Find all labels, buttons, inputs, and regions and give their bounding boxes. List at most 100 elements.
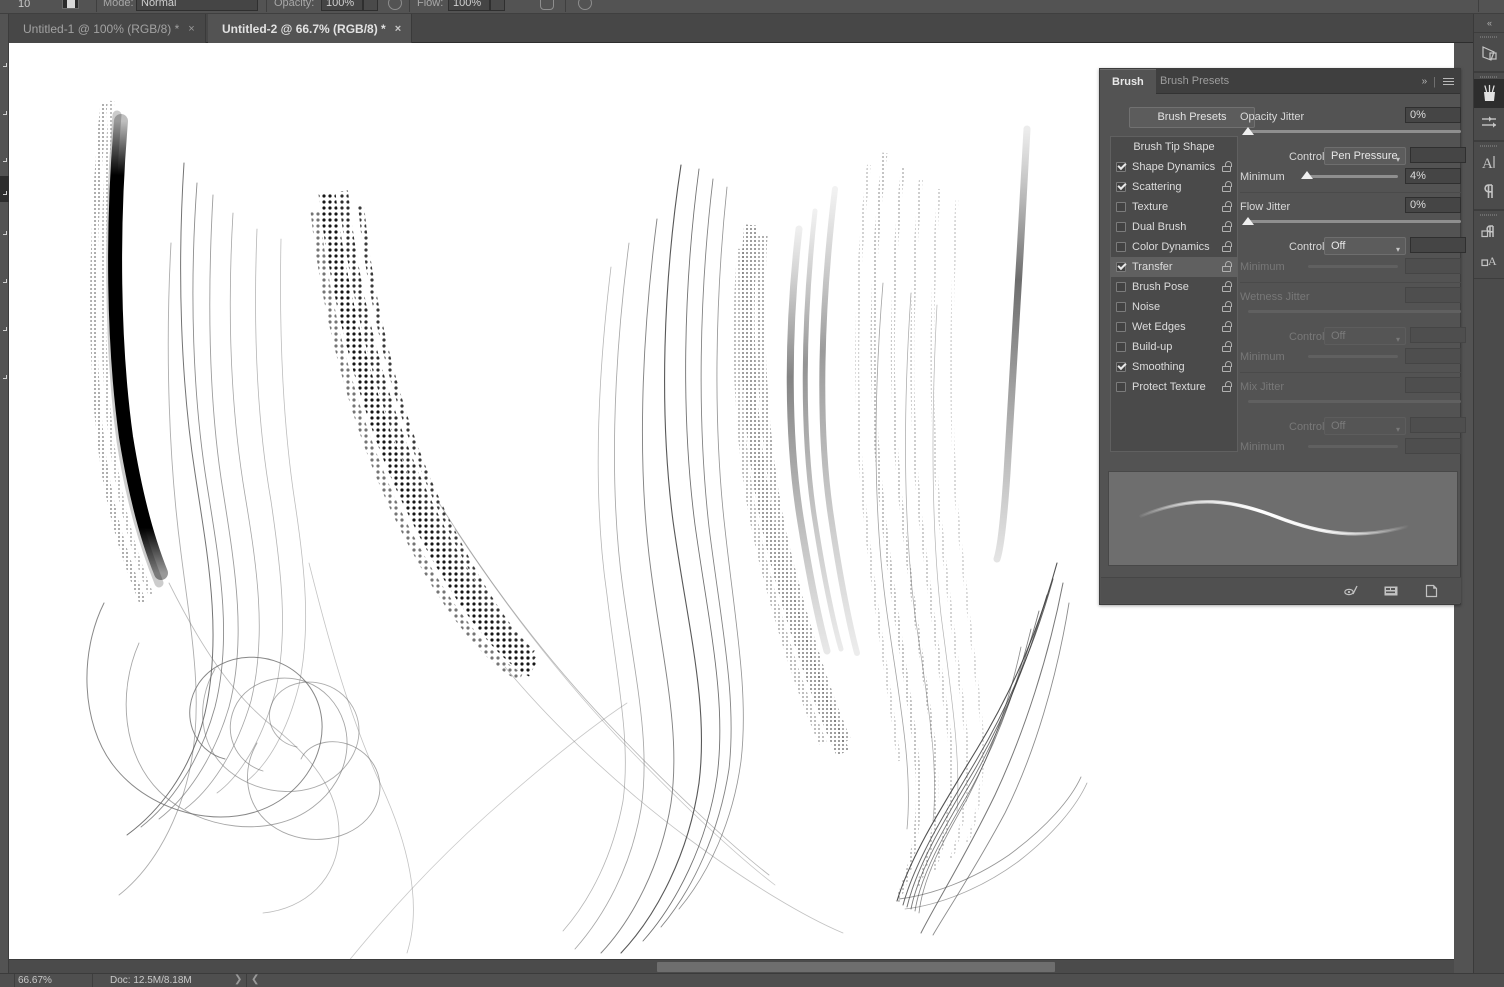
checkbox[interactable] [1116,282,1126,292]
scrollbar-thumb[interactable] [657,962,1055,972]
zoom-level[interactable]: 66.67% [18,975,52,986]
mode-select[interactable]: Normal [136,0,258,11]
dock-collapse-icon[interactable]: « [1474,14,1504,32]
tool-eraser[interactable] [2,230,7,235]
tool-lasso[interactable] [2,62,7,67]
unlocked-icon[interactable] [1222,321,1232,332]
tool-dodge[interactable] [2,374,7,379]
brush-option-texture[interactable]: Texture [1111,197,1237,217]
brush-option-brush-pose[interactable]: Brush Pose [1111,277,1237,297]
status-collapse-icon[interactable]: ❮ [251,974,259,985]
opacity-minimum-slider-thumb[interactable] [1301,171,1313,179]
unlocked-icon[interactable] [1222,261,1232,272]
checkbox[interactable] [1116,382,1126,392]
flow-minimum-value [1405,258,1461,274]
unlocked-icon[interactable] [1222,361,1232,372]
opacity-input[interactable]: 100% [321,0,363,11]
unlocked-icon[interactable] [1222,281,1232,292]
unlocked-icon[interactable] [1222,161,1232,172]
unlocked-icon[interactable] [1222,341,1232,352]
opacity-minimum-slider[interactable] [1308,175,1398,178]
path-select-icon[interactable] [1474,39,1504,68]
brush-option-protect-texture[interactable]: Protect Texture [1111,377,1237,397]
unlocked-icon[interactable] [1222,201,1232,212]
opacity-control-label: Control: [1289,151,1328,163]
canvas-horizontal-scrollbar[interactable] [9,959,1454,973]
brush-option-scattering[interactable]: Scattering [1111,177,1237,197]
brush-option-wet-edges[interactable]: Wet Edges [1111,317,1237,337]
flow-stepper[interactable] [490,0,505,11]
brush-jar-icon[interactable] [1474,79,1504,108]
opacity-jitter-slider-thumb[interactable] [1242,127,1254,135]
smoothing-options-icon[interactable] [540,0,554,10]
checkbox[interactable] [1116,342,1126,352]
unlocked-icon[interactable] [1222,241,1232,252]
brush-option-noise[interactable]: Noise [1111,297,1237,317]
character-panel-icon[interactable]: A [1474,148,1504,177]
menu-icon[interactable] [1443,76,1454,87]
wetness-minimum-label: Minimum [1240,351,1285,363]
opacity-jitter-label: Opacity Jitter [1240,111,1305,123]
paragraph-styles-icon[interactable] [1474,217,1504,246]
tool-gradient[interactable] [2,278,7,283]
tool-blur[interactable] [2,326,7,331]
unlocked-icon[interactable] [1222,181,1232,192]
tool-brush-indicator [2,190,7,195]
brush-option-smoothing[interactable]: Smoothing [1111,357,1237,377]
brush-option-build-up[interactable]: Build-up [1111,337,1237,357]
close-icon[interactable]: × [395,23,401,35]
flow-jitter-group: Flow Jitter 0% Control: Off ▾ Minimum [1240,193,1466,283]
brush-tip-shape-row[interactable]: Brush Tip Shape [1111,137,1237,157]
checkbox[interactable] [1116,242,1126,252]
checkbox[interactable] [1116,162,1126,172]
unlocked-icon[interactable] [1222,301,1232,312]
checkbox[interactable] [1116,302,1126,312]
brush-option-shape-dynamics[interactable]: Shape Dynamics [1111,157,1237,177]
flow-control-extra-value[interactable] [1410,237,1466,253]
checkbox[interactable] [1116,322,1126,332]
checkbox[interactable] [1116,182,1126,192]
unlocked-icon[interactable] [1222,221,1232,232]
opacity-jitter-value[interactable]: 0% [1405,107,1461,123]
collapse-panel-icon[interactable]: » [1422,76,1427,87]
brush-option-color-dynamics[interactable]: Color Dynamics [1111,237,1237,257]
checkbox[interactable] [1116,222,1126,232]
brush-preset-swatch[interactable] [62,0,79,9]
opacity-control-extra-value[interactable] [1410,147,1466,163]
document-tab-untitled-2[interactable]: Untitled-2 @ 66.7% (RGB/8) * × [208,14,413,43]
airbrush-toggle-icon[interactable] [388,0,402,10]
status-expand-icon[interactable]: ❯ [234,974,242,985]
opacity-jitter-slider[interactable] [1248,130,1461,133]
flow-jitter-value[interactable]: 0% [1405,197,1461,213]
tool-eyedropper[interactable] [2,157,7,162]
close-icon[interactable]: × [188,23,194,35]
checkbox[interactable] [1116,262,1126,272]
live-brush-tip-icon[interactable] [1343,583,1359,599]
brush-option-transfer[interactable]: Transfer [1111,257,1237,277]
brush-size-value: 10 [18,0,31,10]
status-divider [14,974,15,987]
paragraph-panel-icon[interactable] [1474,177,1504,206]
tablet-pressure-icon[interactable] [578,0,592,10]
checkbox[interactable] [1116,362,1126,372]
character-styles-icon[interactable]: A [1474,246,1504,275]
opacity-minimum-value[interactable]: 4% [1405,168,1461,184]
flow-jitter-slider[interactable] [1248,220,1461,223]
option-label: Dual Brush [1132,221,1187,233]
unlocked-icon[interactable] [1222,381,1232,392]
flow-jitter-slider-thumb[interactable] [1242,217,1254,225]
brush-option-dual-brush[interactable]: Dual Brush [1111,217,1237,237]
brush-settings-icon[interactable] [1474,108,1504,137]
document-tab-untitled-1[interactable]: Untitled-1 @ 100% (RGB/8) * × [9,14,206,43]
opacity-stepper[interactable] [363,0,378,11]
brush-presets-button[interactable]: Brush Presets [1129,107,1255,128]
new-brush-preset-icon[interactable] [1423,583,1439,599]
flow-input[interactable]: 100% [448,0,490,11]
tool-crop[interactable] [2,110,7,115]
flow-control-select[interactable]: Off ▾ [1324,237,1406,255]
brush-panel-toggle-icon[interactable] [1383,583,1399,599]
tab-brush-presets[interactable]: Brush Presets [1148,69,1241,94]
tool-brush-active[interactable] [0,176,9,202]
opacity-control-select[interactable]: Pen Pressure ▾ [1324,147,1406,165]
checkbox[interactable] [1116,202,1126,212]
